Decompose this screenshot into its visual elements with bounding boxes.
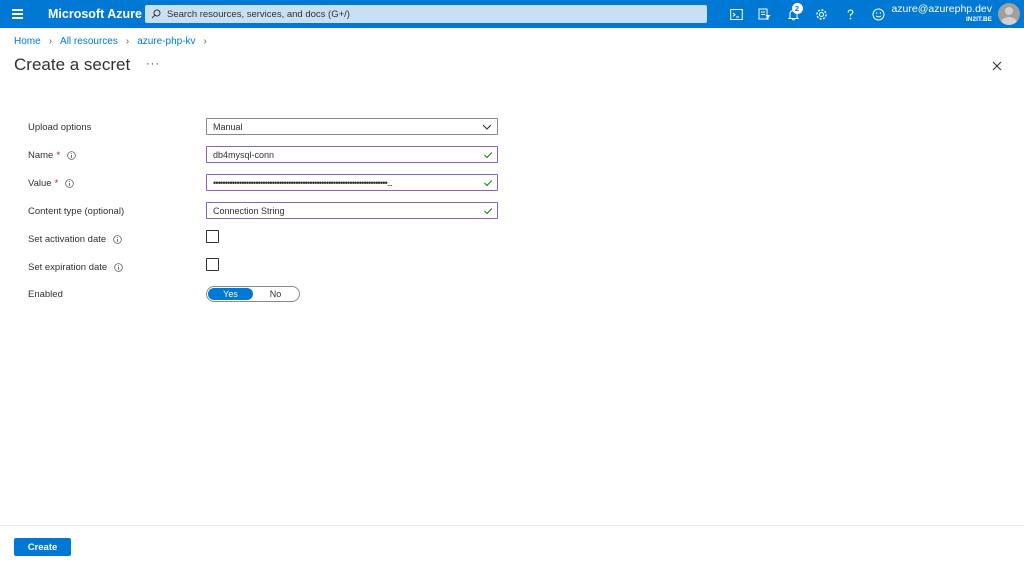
required-marker: * xyxy=(56,149,61,161)
portal-menu-button[interactable] xyxy=(0,0,34,28)
enabled-yes-option[interactable]: Yes xyxy=(208,288,253,300)
hamburger-icon xyxy=(11,10,23,18)
close-icon[interactable] xyxy=(991,59,1003,71)
check-icon xyxy=(483,206,493,216)
search-placeholder: Search resources, services, and docs (G+… xyxy=(167,8,350,20)
value-label-row: Value * xyxy=(28,175,75,191)
settings-icon[interactable] xyxy=(808,0,837,28)
directory-filter-icon[interactable] xyxy=(751,0,780,28)
enabled-toggle[interactable]: Yes No xyxy=(206,286,300,302)
notifications-icon[interactable]: 2 xyxy=(779,0,808,28)
brand-title[interactable]: Microsoft Azure xyxy=(48,7,144,21)
info-icon[interactable] xyxy=(65,178,75,188)
upload-options-value: Manual xyxy=(213,121,243,132)
enabled-label: Enabled xyxy=(28,288,63,300)
feedback-icon[interactable] xyxy=(865,0,894,28)
activation-date-label-row: Set activation date xyxy=(28,231,122,247)
page-title: Create a secret xyxy=(14,55,131,74)
info-icon[interactable] xyxy=(114,262,124,272)
activation-date-label: Set activation date xyxy=(28,233,107,245)
chevron-right-icon: › xyxy=(48,36,53,47)
account-org: IN2IT.BE xyxy=(965,16,992,23)
activation-date-checkbox[interactable] xyxy=(206,230,219,243)
upload-options-label: Upload options xyxy=(28,121,92,133)
expiration-date-checkbox[interactable] xyxy=(206,258,219,271)
notifications-badge: 2 xyxy=(791,3,803,14)
upload-options-label-row: Upload options xyxy=(28,119,91,135)
enabled-label-row: Enabled xyxy=(28,286,63,302)
account-email: azure@azurephp.dev xyxy=(891,3,992,15)
breadcrumb: Home › All resources › azure-php-kv › xyxy=(14,36,215,47)
value-label: Value xyxy=(28,177,52,189)
name-value: db4mysql-conn xyxy=(213,149,275,160)
upload-options-select[interactable]: Manual xyxy=(206,118,498,135)
chevron-right-icon: › xyxy=(203,36,207,47)
name-input[interactable]: db4mysql-conn xyxy=(206,146,498,163)
search-icon xyxy=(151,9,161,19)
info-icon[interactable] xyxy=(113,234,122,244)
cloud-shell-icon[interactable] xyxy=(722,0,751,28)
breadcrumb-all-resources[interactable]: All resources xyxy=(60,36,118,47)
value-input[interactable]: ••••••••••••••••••••••••••••••••••••••••… xyxy=(206,174,498,191)
chevron-down-icon xyxy=(482,122,492,132)
help-icon[interactable] xyxy=(836,0,865,28)
avatar[interactable] xyxy=(998,3,1020,25)
secret-value: ••••••••••••••••••••••••••••••••••••••••… xyxy=(213,177,393,188)
breadcrumb-key-vault[interactable]: azure-php-kv xyxy=(137,36,195,47)
expiration-date-label: Set expiration date xyxy=(28,261,108,273)
create-button[interactable]: Create xyxy=(14,538,71,556)
account-menu[interactable]: azure@azurephp.dev IN2IT.BE xyxy=(891,3,992,25)
check-icon xyxy=(483,178,493,188)
global-search-input[interactable]: Search resources, services, and docs (G+… xyxy=(145,5,707,23)
content-type-label-row: Content type (optional) xyxy=(28,203,124,219)
name-label-row: Name * xyxy=(28,147,76,163)
more-options-icon[interactable]: ··· xyxy=(146,58,160,70)
info-icon[interactable] xyxy=(67,150,76,160)
footer: Create xyxy=(0,525,1024,566)
check-icon xyxy=(483,150,493,160)
required-marker: * xyxy=(54,177,59,189)
breadcrumb-home[interactable]: Home xyxy=(14,36,41,47)
content-type-value: Connection String xyxy=(213,205,285,216)
expiration-date-label-row: Set expiration date xyxy=(28,259,124,275)
chevron-right-icon: › xyxy=(125,36,130,47)
name-label: Name xyxy=(28,149,54,161)
top-icons: 2 xyxy=(722,0,893,28)
enabled-no-option[interactable]: No xyxy=(253,288,298,300)
content-type-input[interactable]: Connection String xyxy=(206,202,498,219)
content-type-label: Content type (optional) xyxy=(28,205,125,217)
